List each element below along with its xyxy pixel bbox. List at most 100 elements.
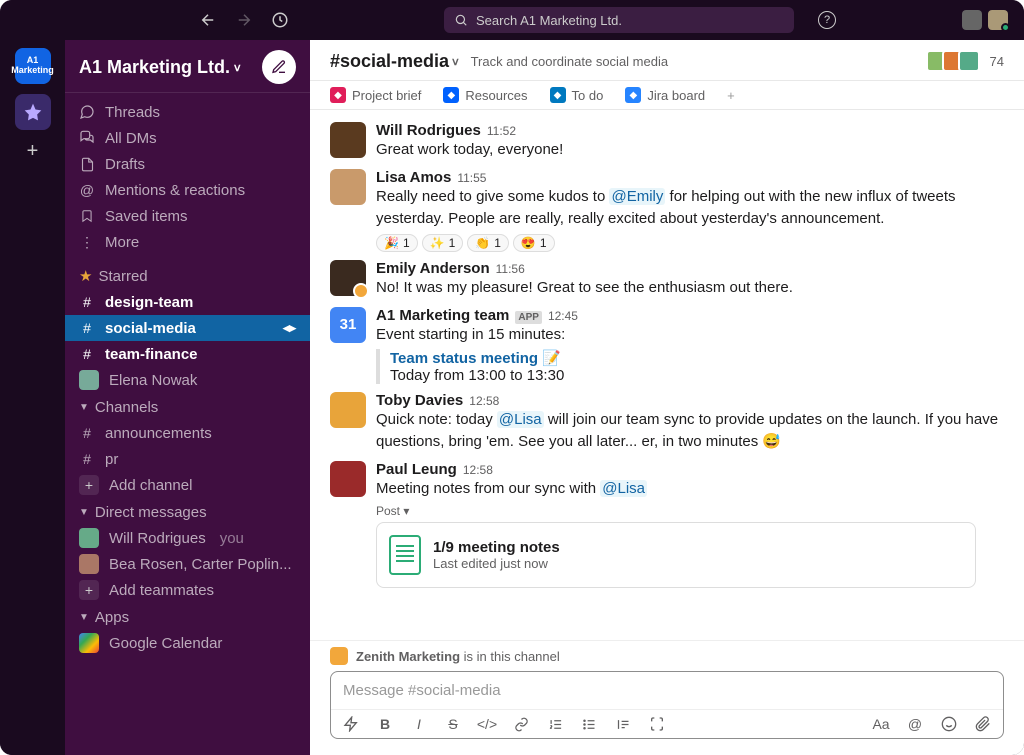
- sidebar-channel-pr[interactable]: #pr: [65, 446, 310, 472]
- message-avatar[interactable]: [330, 169, 366, 205]
- event-block: Team status meeting 📝Today from 13:00 to…: [376, 349, 1004, 384]
- sidebar-dm-0[interactable]: Will Rodriguesyou: [65, 525, 310, 551]
- message-composer[interactable]: Message #social-media B I S </> Aa: [330, 671, 1004, 739]
- attachment[interactable]: 1/9 meeting notesLast edited just now: [376, 522, 976, 588]
- ordered-list-button[interactable]: [545, 717, 565, 732]
- shortcuts-button[interactable]: [341, 716, 361, 732]
- message-author[interactable]: Toby Davies: [376, 392, 463, 409]
- pin-resources[interactable]: ◆Resources: [443, 87, 527, 103]
- pin-jira-board[interactable]: ◆Jira board: [625, 87, 705, 103]
- app-icon: [79, 633, 99, 653]
- codeblock-button[interactable]: [647, 716, 667, 732]
- user-avatar-2[interactable]: [988, 10, 1008, 30]
- drafts-icon: [79, 157, 95, 172]
- attach-button[interactable]: [973, 716, 993, 732]
- nav-mentions[interactable]: @Mentions & reactions: [65, 177, 310, 203]
- dms-icon: [79, 130, 95, 146]
- org-icon: [330, 647, 348, 665]
- nav-threads[interactable]: Threads: [65, 99, 310, 125]
- notice-suffix: is in this channel: [464, 649, 560, 664]
- workspace-switch-a1[interactable]: A1 Marketing: [15, 48, 51, 84]
- user-avatar-1[interactable]: [962, 10, 982, 30]
- compose-button[interactable]: [262, 50, 296, 84]
- history-button[interactable]: [268, 8, 292, 32]
- message-author[interactable]: Will Rodrigues: [376, 122, 481, 139]
- channel-topic[interactable]: Track and coordinate social media: [471, 54, 669, 69]
- bold-button[interactable]: B: [375, 716, 395, 732]
- message-author[interactable]: Emily Anderson: [376, 260, 490, 277]
- more-icon: ⋮: [79, 234, 95, 251]
- nav-all-dms[interactable]: All DMs: [65, 125, 310, 151]
- message-author[interactable]: A1 Marketing team: [376, 307, 509, 324]
- message-author[interactable]: Lisa Amos: [376, 169, 451, 186]
- history-back-button[interactable]: [196, 8, 220, 32]
- user-avatar-icon: [79, 528, 99, 548]
- section-starred[interactable]: ★Starred: [65, 261, 310, 289]
- strike-button[interactable]: S: [443, 716, 463, 732]
- nav-saved[interactable]: Saved items: [65, 203, 310, 229]
- add-channel-button[interactable]: +Add channel: [65, 472, 310, 498]
- message-avatar[interactable]: [330, 392, 366, 428]
- message-avatar[interactable]: 31: [330, 307, 366, 343]
- history-forward-button[interactable]: [232, 8, 256, 32]
- channel-name-button[interactable]: #social-media ⅴ: [330, 51, 459, 72]
- blockquote-button[interactable]: [613, 717, 633, 732]
- mention-button[interactable]: @: [905, 716, 925, 732]
- bullet-list-button[interactable]: [579, 717, 599, 732]
- pin-app-icon: ◆: [443, 87, 459, 103]
- pin-to-do[interactable]: ◆To do: [550, 87, 604, 103]
- pin-project-brief[interactable]: ◆Project brief: [330, 87, 421, 103]
- search-input[interactable]: Search A1 Marketing Ltd.: [444, 7, 794, 33]
- add-teammates-button[interactable]: +Add teammates: [65, 577, 310, 603]
- message: Will Rodrigues 11:52Great work today, ev…: [330, 118, 1004, 165]
- emoji-button[interactable]: [939, 716, 959, 732]
- sidebar-item-social-media[interactable]: #social-media◂▸: [65, 315, 310, 341]
- reaction[interactable]: ✨1: [422, 234, 464, 252]
- pins-row: ◆Project brief ◆Resources ◆To do ◆Jira boar…: [310, 81, 1024, 110]
- event-link[interactable]: Team status meeting: [390, 350, 538, 367]
- reaction[interactable]: 🎉1: [376, 234, 418, 252]
- message-author[interactable]: Paul Leung: [376, 461, 457, 478]
- workspace-switch-other[interactable]: [15, 94, 51, 130]
- hash-icon: #: [79, 346, 95, 362]
- link-button[interactable]: [511, 717, 531, 732]
- message: Paul Leung 12:58Meeting notes from our s…: [330, 457, 1004, 592]
- nav-drafts[interactable]: Drafts: [65, 151, 310, 177]
- sidebar-item-team-finance[interactable]: #team-finance: [65, 341, 310, 367]
- message-text: Really need to give some kudos to @Emily…: [376, 186, 1004, 230]
- code-button[interactable]: </>: [477, 716, 497, 732]
- composer-input[interactable]: Message #social-media: [331, 672, 1003, 709]
- message-avatar[interactable]: [330, 461, 366, 497]
- member-count[interactable]: 74: [990, 54, 1004, 69]
- format-button[interactable]: Aa: [871, 716, 891, 732]
- add-workspace-button[interactable]: +: [27, 140, 39, 163]
- workspace-name-button[interactable]: A1 Marketing Ltd.ⅴ: [79, 57, 241, 78]
- sidebar-app-google-calendar[interactable]: Google Calendar: [65, 630, 310, 656]
- attachment-subtitle: Last edited just now: [433, 556, 560, 571]
- hash-icon: #: [79, 425, 95, 441]
- section-channels[interactable]: ▼Channels: [65, 393, 310, 420]
- message-avatar[interactable]: [330, 122, 366, 158]
- section-dms[interactable]: ▼Direct messages: [65, 498, 310, 525]
- caret-down-icon: ▼: [79, 507, 89, 518]
- reaction[interactable]: 😍1: [513, 234, 555, 252]
- italic-button[interactable]: I: [409, 716, 429, 732]
- reactions: 🎉1✨1👏1😍1: [376, 234, 1004, 252]
- sidebar-channel-announcements[interactable]: #announcements: [65, 420, 310, 446]
- member-avatars[interactable]: [926, 50, 980, 72]
- help-button[interactable]: ?: [818, 11, 836, 29]
- sidebar-item-elena-nowak[interactable]: Elena Nowak: [65, 367, 310, 393]
- sidebar-dm-1[interactable]: Bea Rosen, Carter Poplin...: [65, 551, 310, 577]
- message-text: No! It was my pleasure! Great to see the…: [376, 277, 1004, 299]
- nav-more[interactable]: ⋮More: [65, 229, 310, 255]
- message-time: 12:58: [469, 394, 499, 408]
- mentions-icon: @: [79, 182, 95, 198]
- reaction[interactable]: 👏1: [467, 234, 509, 252]
- section-apps[interactable]: ▼Apps: [65, 603, 310, 630]
- sidebar: A1 Marketing Ltd.ⅴ Threads All DMs Draft…: [65, 40, 310, 755]
- post-type-label[interactable]: Post ▾: [376, 504, 1004, 518]
- add-pin-button[interactable]: +: [727, 88, 735, 103]
- sidebar-item-design-team[interactable]: #design-team: [65, 289, 310, 315]
- star-icon: ★: [79, 267, 92, 285]
- message-avatar[interactable]: [330, 260, 366, 296]
